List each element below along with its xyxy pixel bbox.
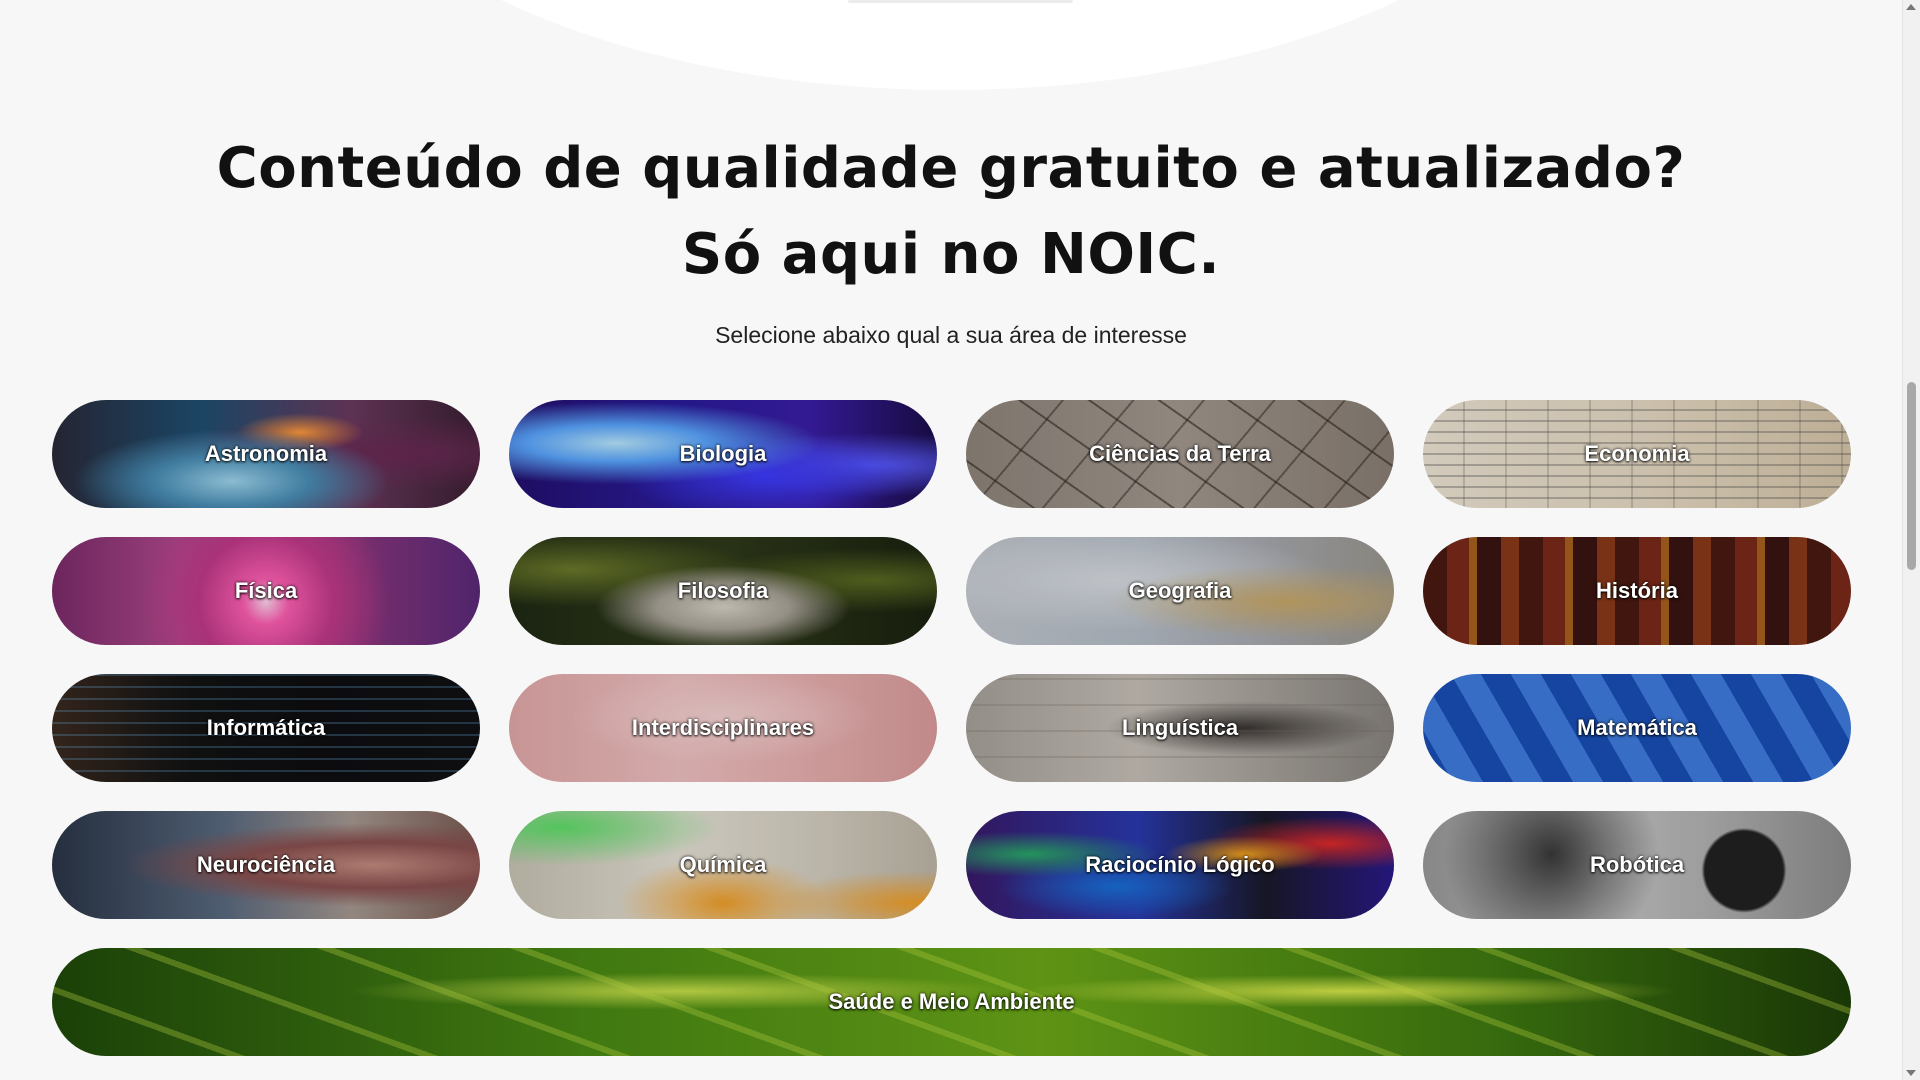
area-label: Saúde e Meio Ambiente (828, 989, 1075, 1014)
scrollbar-thumb[interactable] (1907, 382, 1916, 570)
area-label: Geografia (1128, 578, 1232, 603)
area-card-robotica[interactable]: Robótica (1423, 811, 1851, 919)
area-card-linguistica[interactable]: Linguística (966, 674, 1394, 782)
area-label: Neurociência (196, 852, 336, 877)
area-card-neurociencia[interactable]: Neurociência (52, 811, 480, 919)
area-card-biologia[interactable]: Biologia (509, 400, 937, 508)
subtitle: Selecione abaixo qual a sua área de inte… (715, 322, 1187, 348)
area-label: Robótica (1589, 852, 1685, 877)
area-card-informatica[interactable]: Informática (52, 674, 480, 782)
area-label: Raciocínio Lógico (1085, 852, 1275, 877)
area-card-quimica[interactable]: Química (509, 811, 937, 919)
scroll-up-arrow-icon[interactable] (1906, 4, 1916, 10)
area-label: Interdisciplinares (631, 715, 815, 740)
area-label: Informática (206, 715, 326, 740)
area-card-raciocinio-logico[interactable]: Raciocínio Lógico (966, 811, 1394, 919)
area-card-fisica[interactable]: Física (52, 537, 480, 645)
area-label: Linguística (1121, 715, 1239, 740)
area-label: Biologia (679, 441, 767, 466)
area-card-interdisciplinares[interactable]: Interdisciplinares (509, 674, 937, 782)
area-card-astronomia[interactable]: Astronomia (52, 400, 480, 508)
area-card-ciencias-da-terra[interactable]: Ciências da Terra (966, 400, 1394, 508)
scroll-down-arrow-icon[interactable] (1906, 1070, 1916, 1076)
page: Conteúdo de qualidade gratuito e atualiz… (0, 0, 1920, 1080)
area-label: Astronomia (204, 441, 328, 466)
area-label: Matemática (1577, 715, 1697, 740)
area-card-filosofia[interactable]: Filosofia (509, 537, 937, 645)
area-label: Ciências da Terra (1089, 441, 1271, 466)
area-label: História (1596, 578, 1678, 603)
headline-line-1: Conteúdo de qualidade gratuito e atualiz… (216, 136, 1686, 201)
area-label: Física (234, 578, 298, 603)
area-card-economia[interactable]: Economia (1423, 400, 1851, 508)
area-card-historia[interactable]: História (1423, 537, 1851, 645)
vertical-scrollbar[interactable] (1902, 0, 1920, 1080)
headline-line-2: Só aqui no NOIC. (681, 222, 1221, 287)
areas-grid: Astronomia Biologia Ciências da Terra Ec… (52, 400, 1852, 1056)
area-card-matematica[interactable]: Matemática (1423, 674, 1851, 782)
area-label: Química (679, 852, 767, 877)
area-label: Economia (1584, 441, 1690, 466)
top-divider (848, 0, 1073, 3)
top-decorative-arc (300, 0, 1600, 90)
area-card-saude-e-meio-ambiente[interactable]: Saúde e Meio Ambiente (52, 948, 1851, 1056)
area-card-geografia[interactable]: Geografia (966, 537, 1394, 645)
area-label: Filosofia (677, 578, 769, 603)
